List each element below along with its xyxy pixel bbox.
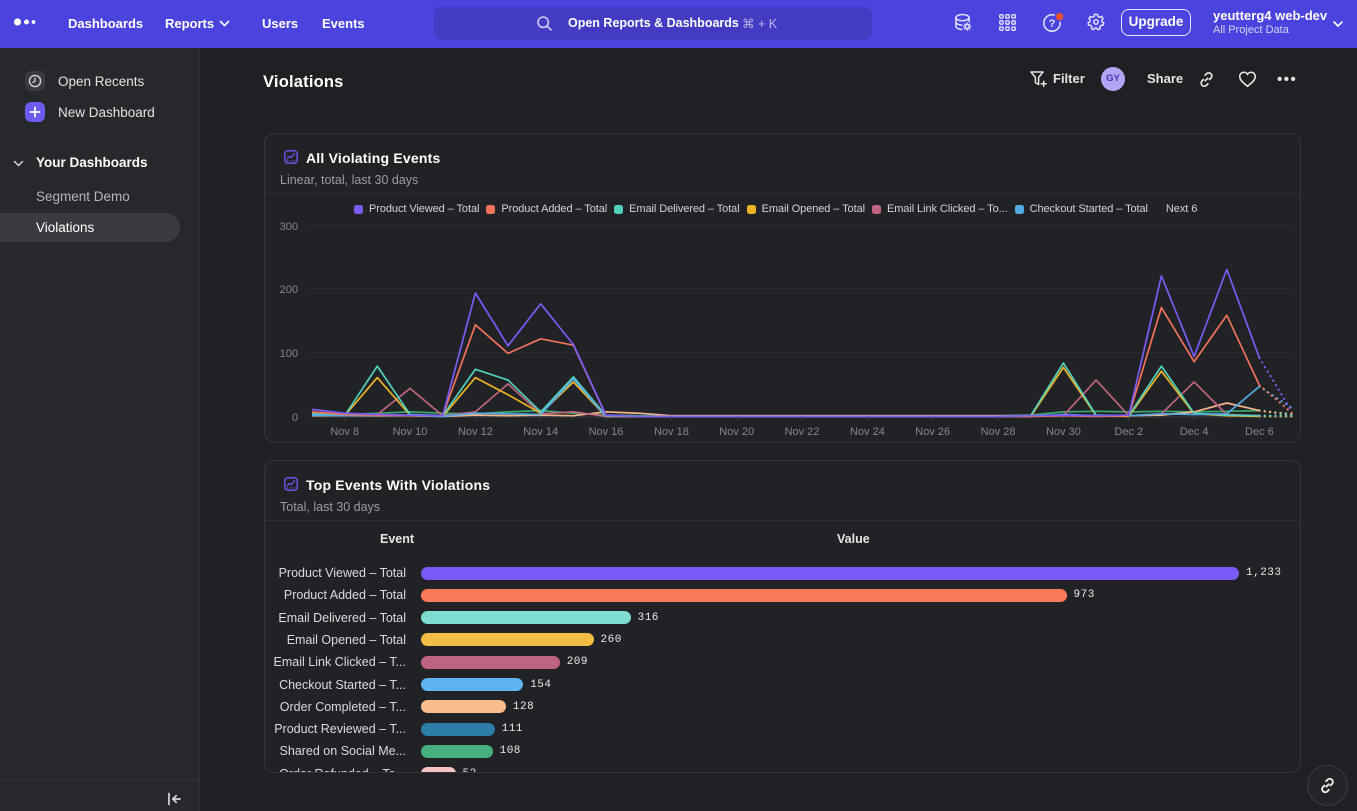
svg-text:Dec 6: Dec 6 <box>1245 426 1274 438</box>
svg-text:Dec 4: Dec 4 <box>1180 426 1209 438</box>
svg-text:Nov 26: Nov 26 <box>915 426 950 438</box>
svg-text:Nov 8: Nov 8 <box>330 426 359 438</box>
svg-text:Nov 12: Nov 12 <box>458 426 493 438</box>
svg-text:Nov 14: Nov 14 <box>523 426 558 438</box>
svg-text:?: ? <box>1049 18 1056 30</box>
svg-text:Nov 22: Nov 22 <box>785 426 820 438</box>
svg-text:Nov 24: Nov 24 <box>850 426 885 438</box>
svg-text:200: 200 <box>280 284 298 296</box>
svg-text:100: 100 <box>280 348 298 360</box>
svg-text:Nov 20: Nov 20 <box>719 426 754 438</box>
svg-text:Nov 30: Nov 30 <box>1046 426 1081 438</box>
svg-text:Nov 16: Nov 16 <box>589 426 624 438</box>
svg-text:0: 0 <box>292 412 298 424</box>
svg-text:Nov 10: Nov 10 <box>393 426 428 438</box>
svg-text:Nov 28: Nov 28 <box>981 426 1016 438</box>
svg-text:Nov 18: Nov 18 <box>654 426 689 438</box>
svg-text:Dec 2: Dec 2 <box>1114 426 1143 438</box>
svg-text:300: 300 <box>280 221 298 233</box>
